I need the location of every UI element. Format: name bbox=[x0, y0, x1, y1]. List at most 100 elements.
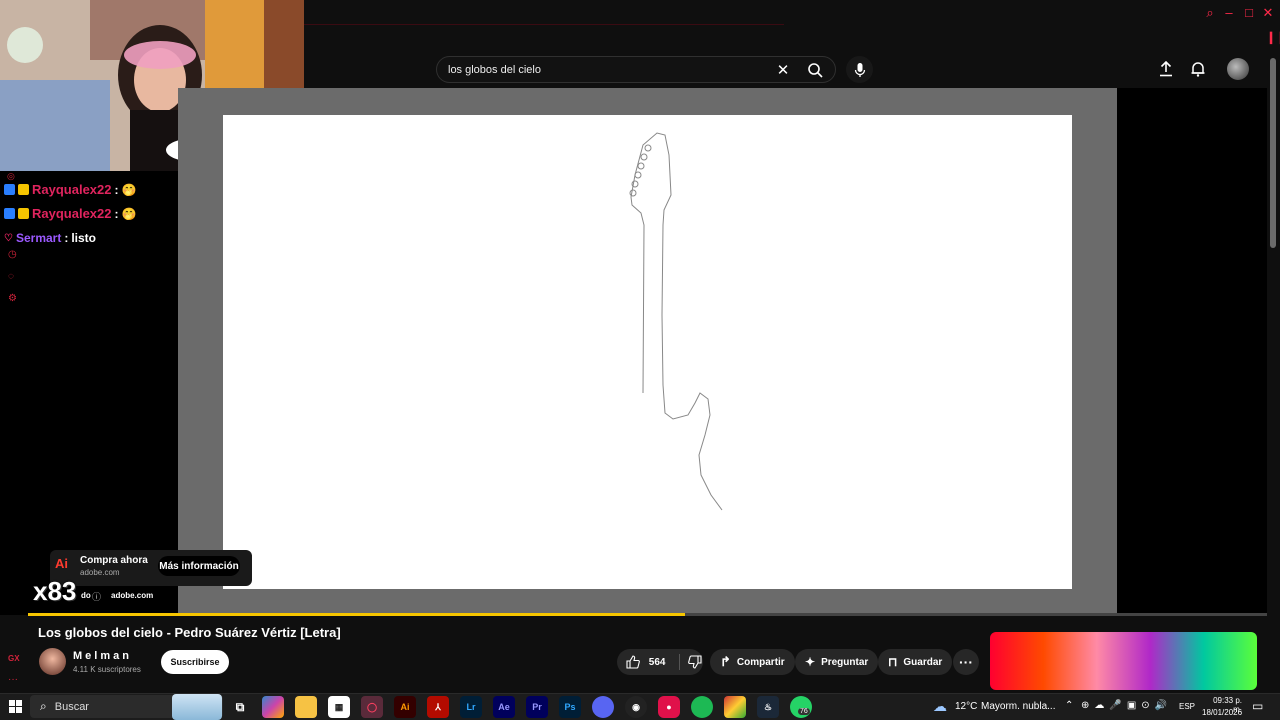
notifications-icon[interactable] bbox=[1188, 59, 1208, 79]
spotify-icon[interactable] bbox=[691, 696, 713, 718]
ad-cta-button[interactable]: Más información bbox=[158, 556, 240, 576]
chat-username[interactable]: Rayqualex22 bbox=[32, 182, 112, 197]
player-letterbox bbox=[1117, 88, 1267, 615]
chat-bubble-icon: ◌ bbox=[8, 271, 14, 282]
task-view-icon[interactable]: ⧉ bbox=[229, 696, 251, 718]
save-button[interactable]: ⊓ Guardar bbox=[878, 649, 953, 675]
sidebar-ad-thumbnail[interactable] bbox=[990, 632, 1257, 690]
channel-avatar[interactable] bbox=[39, 648, 66, 675]
channel-name[interactable]: Melman bbox=[73, 650, 132, 662]
premiere-icon[interactable]: Pr bbox=[526, 696, 548, 718]
video-title: Los globos del cielo - Pedro Suárez Vért… bbox=[38, 625, 341, 640]
upload-icon[interactable] bbox=[1156, 59, 1176, 79]
badge-icon bbox=[4, 208, 15, 219]
language-indicator[interactable]: ESP bbox=[1179, 702, 1195, 711]
tray-icons[interactable]: ⊕☁🎤▣⊙🔊 bbox=[1081, 700, 1172, 711]
share-label: Compartir bbox=[736, 656, 785, 668]
weather-desc[interactable]: Mayorm. nubla... bbox=[981, 701, 1055, 712]
windows-start-icon[interactable] bbox=[9, 700, 22, 713]
search-icon: ⌕ bbox=[40, 699, 47, 713]
account-avatar[interactable] bbox=[1227, 58, 1249, 80]
obs-icon[interactable]: ◉ bbox=[625, 696, 647, 718]
search-icon[interactable] bbox=[795, 58, 835, 82]
ad-footer-prefix: do bbox=[81, 591, 91, 600]
search-icon[interactable]: ⌕ bbox=[1201, 4, 1219, 22]
maximize-icon[interactable]: □ bbox=[1240, 4, 1258, 22]
search-highlight-image bbox=[172, 694, 222, 720]
dislike-icon[interactable] bbox=[686, 649, 703, 675]
opera-gx-icon[interactable]: ◯ bbox=[361, 696, 383, 718]
winrar-icon[interactable] bbox=[724, 696, 746, 718]
video-canvas-drawing bbox=[223, 115, 1072, 589]
chat-separator: : bbox=[114, 182, 119, 197]
chat-message: Rayqualex22 : 🤭 bbox=[4, 182, 136, 197]
notification-badge: 76 bbox=[798, 708, 810, 715]
more-icon[interactable]: ··· bbox=[8, 674, 18, 685]
chat-username[interactable]: Sermart bbox=[16, 231, 61, 245]
subscriber-count: 4.11 K suscriptores bbox=[73, 665, 141, 674]
ad-domain: adobe.com bbox=[80, 568, 120, 577]
search-input[interactable]: los globos del cielo bbox=[437, 64, 771, 76]
file-explorer-icon[interactable] bbox=[295, 696, 317, 718]
close-icon[interactable]: ✕ bbox=[1259, 4, 1277, 22]
record-icon: ◎ bbox=[7, 171, 15, 181]
subscribe-button[interactable]: Suscribirse bbox=[161, 650, 229, 674]
lightroom-icon[interactable]: Lr bbox=[460, 696, 482, 718]
chat-username[interactable]: Rayqualex22 bbox=[32, 206, 112, 221]
overlay-counter: x83 bbox=[33, 576, 77, 606]
heart-icon: ♡ bbox=[4, 232, 13, 244]
chat-text: 🤭 bbox=[121, 182, 137, 197]
ad-title: Compra ahora bbox=[80, 555, 148, 566]
divider bbox=[679, 654, 681, 670]
crown-icon bbox=[18, 184, 29, 195]
info-icon[interactable]: ⓘ bbox=[92, 590, 101, 603]
window-titlebar bbox=[304, 0, 1280, 50]
weather-temp[interactable]: 12°C bbox=[955, 701, 977, 712]
share-icon: ↱ bbox=[720, 654, 731, 669]
chat-message: Rayqualex22 : 🤭 bbox=[4, 206, 136, 221]
sparkle-icon: ✦ bbox=[805, 655, 816, 669]
weather-icon: ☁ bbox=[933, 698, 947, 714]
chat-text: listo bbox=[71, 231, 96, 245]
badge-icon bbox=[4, 184, 15, 195]
crown-icon bbox=[18, 208, 29, 219]
record-app-icon[interactable]: ● bbox=[658, 696, 680, 718]
titlebar-divider bbox=[304, 24, 784, 25]
after-effects-icon[interactable]: Ae bbox=[493, 696, 515, 718]
clock-icon: ◷ bbox=[8, 249, 17, 260]
illustrator-icon[interactable]: Ai bbox=[394, 696, 416, 718]
clear-search-icon[interactable]: ✕ bbox=[771, 58, 795, 82]
microphone-icon[interactable] bbox=[846, 56, 873, 83]
steam-icon[interactable]: ♨ bbox=[757, 696, 779, 718]
ask-button[interactable]: ✦ Preguntar bbox=[795, 649, 879, 675]
ask-label: Preguntar bbox=[821, 656, 869, 668]
pause-icon[interactable]: ❙❙ bbox=[1266, 30, 1280, 46]
copilot-icon[interactable] bbox=[262, 696, 284, 718]
bookmark-icon: ⊓ bbox=[888, 655, 898, 669]
more-actions-button[interactable]: ··· bbox=[953, 649, 979, 675]
notification-center-icon[interactable]: ▭ bbox=[1252, 699, 1263, 713]
like-count: 564 bbox=[648, 656, 666, 668]
guitar-sketch bbox=[629, 132, 723, 511]
photoshop-icon[interactable]: Ps bbox=[559, 696, 581, 718]
chat-message: ♡ Sermart : listo bbox=[4, 231, 96, 245]
ad-logo: Ai bbox=[55, 556, 68, 571]
chevron-up-icon[interactable]: ⌃ bbox=[1065, 700, 1073, 711]
like-icon[interactable] bbox=[623, 649, 643, 675]
minimize-icon[interactable]: – bbox=[1220, 4, 1238, 22]
search-box[interactable]: los globos del cielo ✕ bbox=[436, 56, 836, 83]
chat-text: 🤭 bbox=[121, 206, 137, 221]
chat-separator: : bbox=[64, 231, 69, 245]
store-icon[interactable]: ▦ bbox=[328, 696, 350, 718]
clock-date[interactable]: 18/01/2026 bbox=[1202, 708, 1242, 717]
chat-separator: : bbox=[114, 206, 119, 221]
brand-mark-icon: GX bbox=[8, 654, 20, 663]
scrollbar-thumb[interactable] bbox=[1270, 58, 1276, 248]
share-button[interactable]: ↱ Compartir bbox=[710, 649, 795, 675]
discord-icon[interactable] bbox=[592, 696, 614, 718]
ad-footer-domain[interactable]: adobe.com bbox=[111, 591, 153, 600]
acrobat-icon[interactable]: ⅄ bbox=[427, 696, 449, 718]
like-dislike-group: 564 bbox=[617, 649, 703, 675]
taskbar-search-label: Buscar bbox=[54, 700, 89, 713]
settings-icon: ⚙ bbox=[8, 293, 17, 304]
